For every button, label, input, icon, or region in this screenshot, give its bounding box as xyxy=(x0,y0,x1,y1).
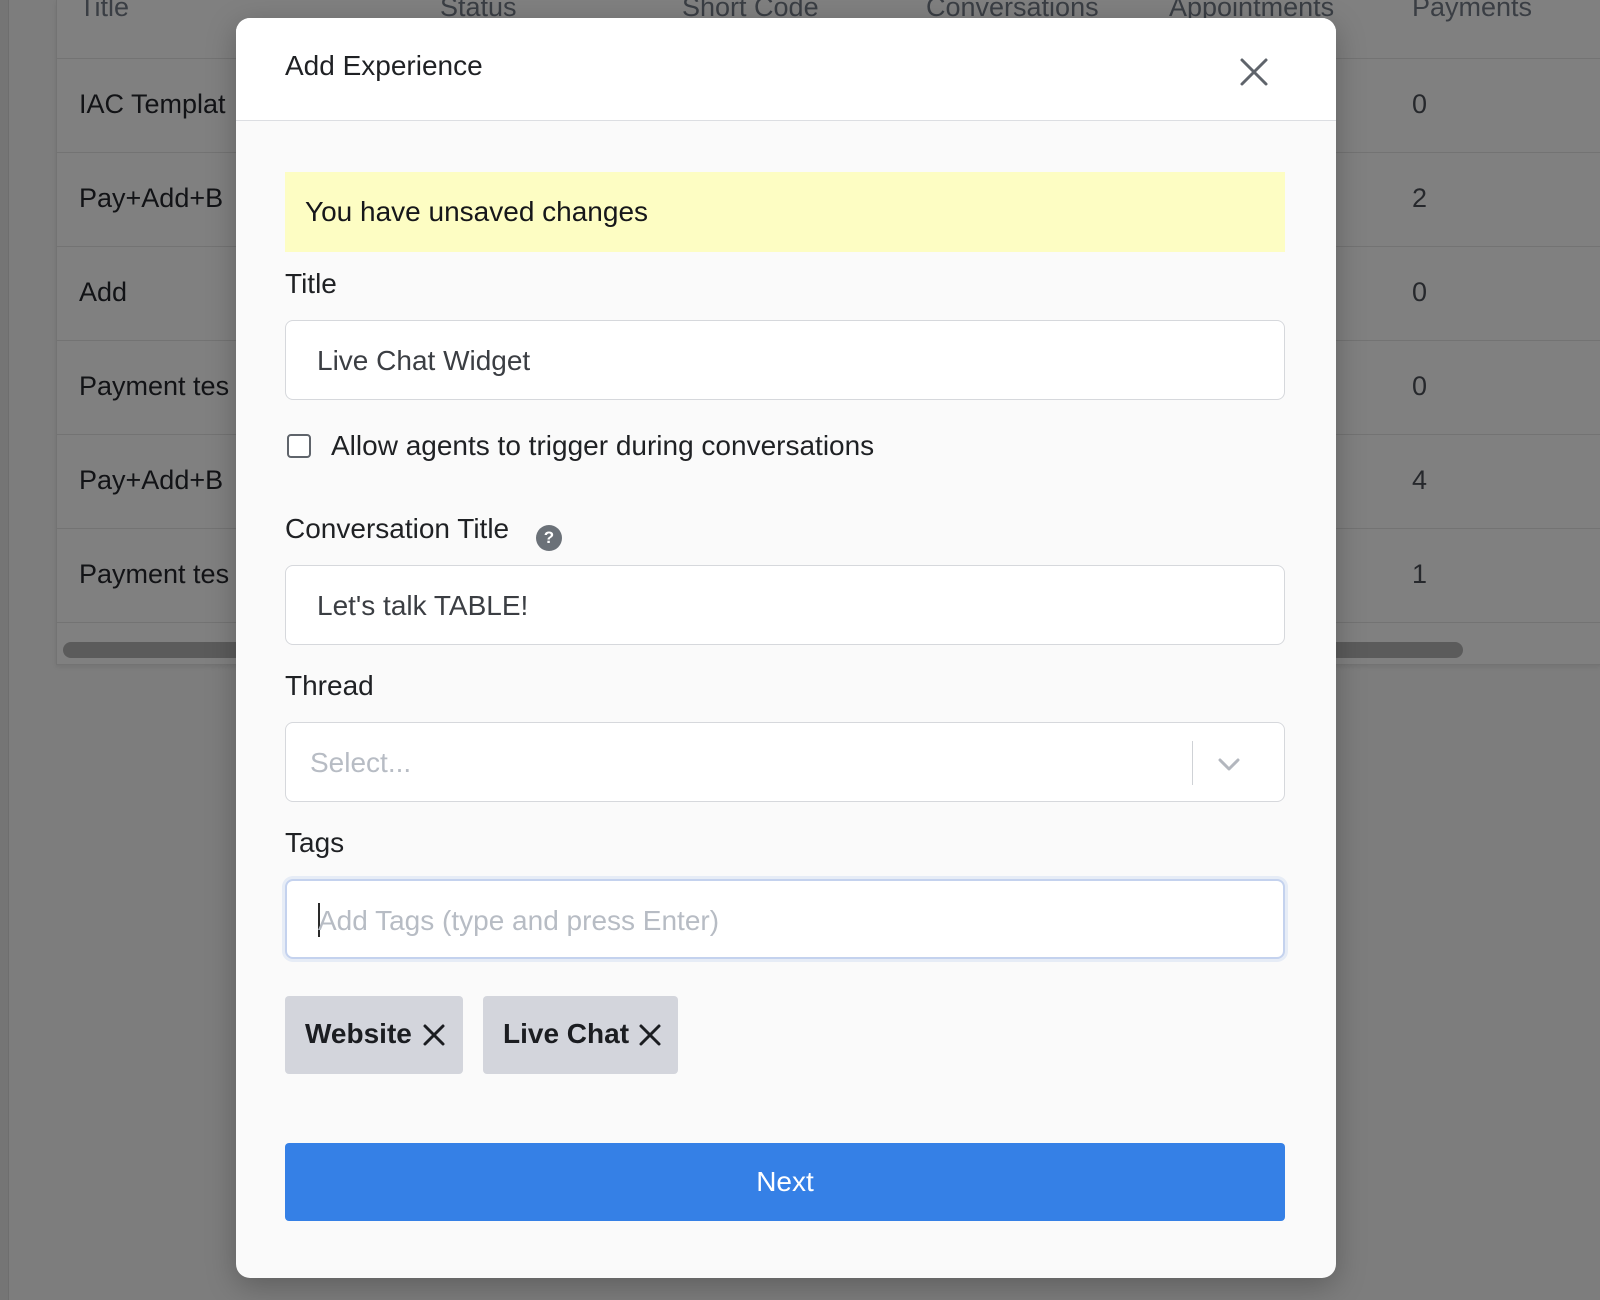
table-row-title[interactable]: Pay+Add+B xyxy=(79,465,223,496)
title-input[interactable]: Live Chat Widget xyxy=(285,320,1285,400)
close-icon[interactable] xyxy=(422,1023,446,1047)
conversation-title-input-value: Let's talk TABLE! xyxy=(317,590,529,621)
modal-header: Add Experience xyxy=(236,18,1336,121)
tags-input-placeholder: Add Tags (type and press Enter) xyxy=(318,905,720,936)
table-row-payments: 2 xyxy=(1412,183,1428,213)
table-row-payments: 0 xyxy=(1412,371,1428,401)
table-row-payments: 4 xyxy=(1412,465,1428,495)
title-label: Title xyxy=(285,268,337,299)
conversation-title-label: Conversation Title xyxy=(285,513,510,544)
tags-label: Tags xyxy=(285,827,345,858)
table-row-payments: 1 xyxy=(1412,559,1428,589)
thread-select-placeholder: Select... xyxy=(310,747,412,778)
tag-chip-live-chat: Live Chat xyxy=(483,996,678,1074)
modal-title: Add Experience xyxy=(285,50,483,81)
table-row-title[interactable]: Payment tes xyxy=(79,559,229,590)
close-icon[interactable] xyxy=(638,1023,662,1047)
title-input-value: Live Chat Widget xyxy=(317,345,531,376)
close-icon[interactable] xyxy=(1236,54,1272,90)
question-circle-icon[interactable]: ? xyxy=(536,525,562,551)
allow-agents-checkbox[interactable] xyxy=(287,434,311,458)
tag-chip-label: Live Chat xyxy=(503,1018,630,1049)
add-experience-modal: Add Experience You have unsaved changes … xyxy=(236,18,1336,1278)
column-header-payments[interactable]: Payments xyxy=(1412,0,1532,23)
thread-label: Thread xyxy=(285,670,374,701)
table-row-title[interactable]: Add xyxy=(79,277,127,308)
column-header-title[interactable]: Title xyxy=(79,0,129,23)
tag-chip-website: Website xyxy=(285,996,463,1074)
table-row-title[interactable]: Pay+Add+B xyxy=(79,183,223,214)
tag-chip-label: Website xyxy=(305,1018,412,1049)
table-row-payments: 0 xyxy=(1412,89,1428,119)
table-row-title[interactable]: Payment tes xyxy=(79,371,229,402)
next-button[interactable]: Next xyxy=(285,1143,1285,1221)
chevron-down-icon[interactable] xyxy=(1216,751,1242,777)
table-row-title[interactable]: IAC Templat xyxy=(79,89,226,120)
left-edge-panel xyxy=(0,0,9,1300)
tags-input[interactable]: Add Tags (type and press Enter) xyxy=(285,879,1285,959)
conversation-title-input[interactable]: Let's talk TABLE! xyxy=(285,565,1285,645)
allow-agents-label[interactable]: Allow agents to trigger during conversat… xyxy=(331,430,874,462)
table-row-payments: 0 xyxy=(1412,277,1428,307)
select-divider xyxy=(1192,741,1193,785)
unsaved-changes-notice: You have unsaved changes xyxy=(285,172,1285,252)
unsaved-changes-text: You have unsaved changes xyxy=(305,196,649,227)
thread-select[interactable]: Select... xyxy=(285,722,1285,802)
